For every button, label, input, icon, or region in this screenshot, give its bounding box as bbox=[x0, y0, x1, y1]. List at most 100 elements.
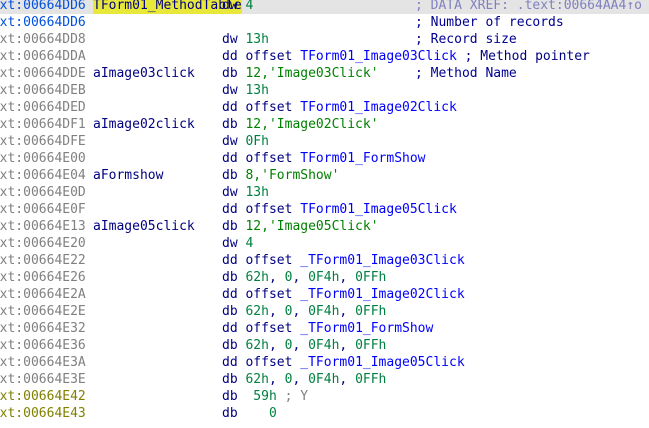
listing-row[interactable]: text:00664E32 dd offset _TForm01_FormShow bbox=[0, 320, 649, 337]
address[interactable]: text:00664DED bbox=[0, 99, 86, 116]
listing-row[interactable]: text:00664E3E db 62h, 0, 0F4h, 0FFh bbox=[0, 371, 649, 388]
label-name[interactable]: aImage03click bbox=[93, 65, 195, 82]
instruction: dw 13h bbox=[222, 82, 269, 99]
operand-reference[interactable]: _TForm01_Image03Click bbox=[300, 253, 464, 268]
address[interactable]: text:00664E3E bbox=[0, 371, 86, 388]
listing-row[interactable]: text:00664E20 dw 4 bbox=[0, 235, 649, 252]
operand-reference[interactable]: TForm01_FormShow bbox=[300, 151, 425, 166]
listing-row[interactable]: text:00664E22 dd offset _TForm01_Image03C… bbox=[0, 252, 649, 269]
operand: , bbox=[339, 372, 356, 387]
listing-row[interactable]: text:00664DD8 dw 13h ; Record size bbox=[0, 31, 649, 48]
label-name[interactable]: TForm01_MethodTable bbox=[93, 0, 242, 14]
mnemonic: dw bbox=[222, 134, 238, 149]
operand: 12,'Image02Click' bbox=[245, 117, 379, 132]
instruction: dw 13h bbox=[222, 184, 269, 201]
instruction: db 8,'FormShow' bbox=[222, 167, 339, 184]
address[interactable]: text:00664E43 bbox=[0, 405, 86, 422]
mnemonic: dd bbox=[222, 100, 238, 115]
operand: 13h bbox=[245, 185, 269, 200]
operand: offset bbox=[245, 287, 301, 302]
listing-row[interactable]: text:00664E0F dd offset TForm01_Image05Cl… bbox=[0, 201, 649, 218]
listing-row[interactable]: text:00664E2A dd offset _TForm01_Image02C… bbox=[0, 286, 649, 303]
address[interactable]: text:00664E42 bbox=[0, 388, 86, 405]
instruction: dd offset TForm01_FormShow bbox=[222, 150, 426, 167]
address[interactable]: text:00664E36 bbox=[0, 337, 86, 354]
instruction: dw 4 bbox=[222, 235, 253, 252]
address[interactable]: text:00664E26 bbox=[0, 269, 86, 286]
listing-row[interactable]: text:00664E2E db 62h, 0, 0F4h, 0FFh bbox=[0, 303, 649, 320]
address[interactable]: text:00664E32 bbox=[0, 320, 86, 337]
operand: 0FFh bbox=[355, 372, 387, 387]
listing-row[interactable]: text:00664E43 db 0 bbox=[0, 405, 649, 422]
listing-row[interactable]: text:00664DDA dd offset TForm01_Image03Cl… bbox=[0, 48, 649, 65]
operand: ; Method pointer bbox=[456, 49, 590, 64]
comment: ; Method Name bbox=[415, 66, 517, 81]
mnemonic: dd bbox=[222, 321, 238, 336]
operand-reference[interactable]: TForm01_Image05Click bbox=[300, 202, 457, 217]
operand-reference[interactable]: TForm01_Image03Click bbox=[300, 49, 457, 64]
label-name[interactable]: aImage05click bbox=[93, 218, 195, 235]
label-name[interactable]: aFormshow bbox=[93, 167, 163, 184]
operand-reference[interactable]: _TForm01_Image05Click bbox=[300, 355, 464, 370]
operand: 0FFh bbox=[355, 270, 387, 285]
address[interactable]: text:00664DDA bbox=[0, 48, 86, 65]
mnemonic: db bbox=[222, 304, 238, 319]
listing-row[interactable]: text:00664E26 db 62h, 0, 0F4h, 0FFh bbox=[0, 269, 649, 286]
address[interactable]: text:00664E20 bbox=[0, 235, 86, 252]
listing-row[interactable]: text:00664DFE dw 0Fh bbox=[0, 133, 649, 150]
mnemonic: db bbox=[222, 389, 238, 404]
operand: offset bbox=[245, 355, 301, 370]
listing-row[interactable]: text:00664DED dd offset TForm01_Image02Cl… bbox=[0, 99, 649, 116]
listing-row[interactable]: text:00664DD6 ; Number of records bbox=[0, 14, 649, 31]
mnemonic: dd bbox=[222, 253, 238, 268]
xref-comment: ; DATA XREF: .text:00664AA4↑o bbox=[415, 0, 642, 13]
listing-row[interactable]: text:00664E3A dd offset _TForm01_Image05C… bbox=[0, 354, 649, 371]
listing-row[interactable]: text:00664DF1 aImage02click db 12,'Image02… bbox=[0, 116, 649, 133]
listing-row[interactable]: text:00664DD6 TForm01_MethodTabledw 4 ; DA… bbox=[0, 0, 649, 14]
listing-row[interactable]: text:00664E36 db 62h, 0, 0F4h, 0FFh bbox=[0, 337, 649, 354]
address[interactable]: text:00664E0F bbox=[0, 201, 86, 218]
listing-row[interactable]: text:00664E0D dw 13h bbox=[0, 184, 649, 201]
disassembly-listing[interactable]: text:00664DD6 TForm01_MethodTabledw 4 ; DA… bbox=[0, 0, 649, 422]
operand: 62h bbox=[245, 372, 269, 387]
label-name[interactable]: aImage02click bbox=[93, 116, 195, 133]
listing-row[interactable]: text:00664E00 dd offset TForm01_FormShow bbox=[0, 150, 649, 167]
address[interactable]: text:00664DDE bbox=[0, 65, 86, 82]
address[interactable]: text:00664E3A bbox=[0, 354, 86, 371]
address[interactable]: text:00664DFE bbox=[0, 133, 86, 150]
address[interactable]: text:00664E00 bbox=[0, 150, 86, 167]
address[interactable]: text:00664DD6 bbox=[0, 14, 86, 31]
mnemonic: dd bbox=[222, 287, 238, 302]
instruction: dw 13h bbox=[222, 31, 269, 48]
address[interactable]: text:00664DF1 bbox=[0, 116, 86, 133]
address[interactable]: text:00664E2A bbox=[0, 286, 86, 303]
address[interactable]: text:00664DD6 bbox=[0, 0, 86, 14]
address[interactable]: text:00664DEB bbox=[0, 82, 86, 99]
instruction: db 62h, 0, 0F4h, 0FFh bbox=[222, 337, 386, 354]
mnemonic: db bbox=[222, 219, 238, 234]
operand-reference[interactable]: TForm01_Image02Click bbox=[300, 100, 457, 115]
address[interactable]: text:00664E13 bbox=[0, 218, 86, 235]
operand: , bbox=[268, 304, 285, 319]
address[interactable]: text:00664E0D bbox=[0, 184, 86, 201]
listing-row[interactable]: text:00664E42 db 59h ; Y bbox=[0, 388, 649, 405]
instruction: dw 4 bbox=[222, 0, 253, 14]
listing-row[interactable]: text:00664E13 aImage05click db 12,'Image05… bbox=[0, 218, 649, 235]
address[interactable]: text:00664DD8 bbox=[0, 31, 86, 48]
mnemonic: db bbox=[222, 66, 238, 81]
listing-row[interactable]: text:00664DDE aImage03click db 12,'Image03… bbox=[0, 65, 649, 82]
listing-row[interactable]: text:00664E04 aFormshow db 8,'FormShow' bbox=[0, 167, 649, 184]
operand-reference[interactable]: _TForm01_FormShow bbox=[300, 321, 433, 336]
address[interactable]: text:00664E22 bbox=[0, 252, 86, 269]
mnemonic: dd bbox=[222, 49, 238, 64]
operand: 0FFh bbox=[355, 338, 387, 353]
address[interactable]: text:00664E2E bbox=[0, 303, 86, 320]
listing-row[interactable]: text:00664DEB dw 13h bbox=[0, 82, 649, 99]
operand: , bbox=[339, 270, 356, 285]
operand-reference[interactable]: _TForm01_Image02Click bbox=[300, 287, 464, 302]
instruction: dd offset _TForm01_Image02Click bbox=[222, 286, 465, 303]
operand: 8,'FormShow' bbox=[245, 168, 340, 183]
operand: 59h bbox=[245, 389, 277, 404]
address[interactable]: text:00664E04 bbox=[0, 167, 86, 184]
mnemonic: dw bbox=[222, 83, 238, 98]
